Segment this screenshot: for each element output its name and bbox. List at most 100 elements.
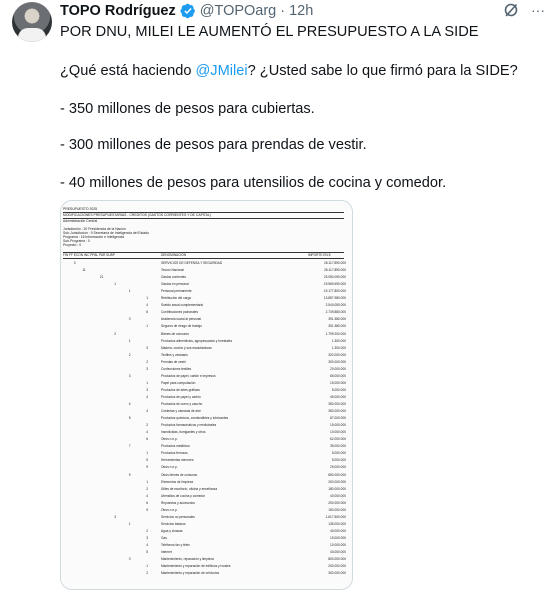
doc-row-amount: 45.000.000 [330, 394, 346, 399]
attached-document-image[interactable]: PRESUPUESTO 2025 MODIFICACIONES PRESUPUE… [60, 200, 353, 590]
doc-row-amount: 1.799.200.000 [325, 331, 346, 336]
doc-row-description: Asistencia social al personal [161, 317, 202, 322]
tweet-actions-top: ··· [503, 2, 545, 18]
doc-table-row: 2 Prendas de vestir 300.000.000 [61, 359, 346, 366]
author-avatar[interactable] [12, 2, 52, 42]
doc-row-amount: 320.000.000 [328, 352, 346, 357]
doc-table-row: 2 Productos farmacéuticos y medicinales 15… [61, 423, 346, 429]
doc-row-description: Productos de papel y cartón [161, 394, 201, 399]
question-part-2: ? ¿Usted sabe lo que firmó para la SIDE? [247, 63, 518, 79]
doc-row-code: 3 [114, 514, 117, 519]
doc-row-description: Otros n.e.p. [161, 507, 178, 512]
doc-row-code: 3 [146, 387, 148, 392]
doc-row-code: 5 [146, 550, 148, 555]
doc-table-row: 1 Seguros de riesgo de trabajo 391.380.000 [61, 324, 346, 330]
doc-table-row: 2 Mantenimiento y reparación de vehículos… [61, 571, 346, 577]
doc-row-description: Productos ferrosos [161, 451, 188, 456]
doc-row-code: 1 [146, 380, 148, 385]
doc-table-row: 1 Productos ferrosos 5.000.000 [61, 451, 346, 457]
doc-row-description: Papel para computación [161, 380, 196, 385]
tweet-header: TOPO Rodríguez @TOPOarg · 12h [60, 2, 313, 20]
doc-row-code: 4 [146, 430, 148, 435]
doc-row-amount: 2.739.880.000 [325, 310, 346, 315]
doc-row-description: Útiles de escritorio, oficina y enseñanz… [161, 486, 218, 491]
doc-row-code: 5 [146, 458, 148, 463]
doc-row-code: 3 [73, 261, 76, 265]
doc-row-amount: 35.000.000 [330, 444, 346, 449]
doc-row-amount: 62.000.000 [330, 437, 346, 442]
doc-row-code: 9 [128, 472, 131, 477]
doc-row-code: 21 [99, 275, 104, 280]
doc-table-row: 2 Útiles de escritorio, oficina y enseñan… [61, 486, 346, 493]
mention-link[interactable]: @JMilei [195, 63, 247, 79]
doc-row-description: Productos metálicos [161, 444, 190, 449]
doc-row-description: Mantenimiento y reparación de vehículos [161, 571, 220, 576]
doc-row-description: Sueldo anual complementario [161, 303, 204, 308]
doc-row-code: 3 [146, 345, 148, 350]
doc-row-amount: 10.000.000 [330, 430, 346, 435]
doc-table-row: 1 Personal permanente 19.177.800.000 [61, 289, 346, 295]
doc-row-amount: 150.000.000 [328, 507, 346, 512]
doc-row-code: 3 [128, 317, 131, 322]
doc-table-row: 9 Otros n.e.p. 25.000.000 [61, 465, 346, 471]
doc-row-amount: 23.050.090.000 [323, 275, 346, 280]
doc-row-description: SERVICIOS DE DEFENSA Y SEGURIDAD [161, 261, 223, 265]
doc-row-amount: 5.000.000 [331, 387, 346, 392]
doc-row-description: Gas [161, 535, 167, 540]
doc-row-description: Gastos en personal [161, 282, 189, 287]
doc-row-code: 2 [146, 571, 148, 576]
doc-admin: Administración Central [63, 219, 98, 223]
author-handle[interactable]: @TOPOarg [200, 3, 277, 19]
doc-row-amount: 87.000.000 [330, 416, 346, 421]
doc-row-description: Repuestos y accesorios [161, 500, 195, 505]
tweet-timestamp[interactable]: 12h [289, 3, 313, 19]
doc-table-row: 3 Productos de artes gráficas 5.000.000 [61, 387, 346, 394]
doc-table-row: 4 Teléfonos fax y télex 10.000.000 [61, 543, 346, 549]
doc-row-description: Productos de papel, cartón e impresos [161, 373, 216, 378]
doc-row-code: 2 [146, 359, 148, 364]
tweet-line-headline: POR DNU, MILEI LE AUMENTÓ EL PRESUPUESTO… [60, 24, 479, 40]
doc-row-amount: 25.000.000 [330, 465, 346, 470]
col-codes: FIN FF ECON INC PPAL PAR SUBP [63, 253, 115, 257]
doc-row-code: 4 [146, 394, 148, 399]
doc-row-code: 1 [114, 282, 117, 287]
doc-row-amount: 10.000.000 [330, 543, 346, 547]
doc-rule [63, 258, 344, 259]
doc-row-code: 9 [146, 507, 148, 512]
doc-table-row: 6 Repuestos y accesorios 200.000.000 [61, 500, 346, 507]
doc-row-amount: 15.000.000 [330, 423, 346, 428]
author-name[interactable]: TOPO Rodríguez [60, 3, 176, 19]
doc-row-description: Otros n.e.p. [161, 465, 178, 470]
doc-row-code: 1 [146, 451, 148, 456]
doc-table-row: 6 Otros n.e.p. 62.000.000 [61, 437, 346, 443]
col-importe: IMPORTE EN $ [308, 253, 331, 257]
doc-row-code: 6 [146, 500, 148, 505]
doc-row-code: 3 [146, 535, 148, 540]
doc-table-row: 1 Elementos de limpieza 200.000.000 [61, 480, 346, 486]
doc-table-row: 4 Cubiertas y cámaras de aire 350.000.000 [61, 409, 346, 415]
doc-row-amount: 350.000.000 [328, 402, 346, 406]
doc-row-code: 11 [82, 268, 86, 273]
grok-icon[interactable] [503, 2, 519, 18]
doc-row-code: 6 [146, 310, 148, 315]
doc-row-code: 1 [128, 338, 131, 343]
doc-table-row: 1 Retribución del cargo 13.857.980.000 [61, 296, 346, 302]
doc-table-row: 6 Contribuciones patronales 2.739.880.000 [61, 310, 346, 316]
verified-badge-icon [180, 3, 195, 19]
doc-row-description: Agua y cloacas [161, 528, 183, 533]
doc-row-amount: 19.177.800.000 [323, 289, 346, 294]
doc-row-amount: 19.569.690.000 [323, 282, 346, 287]
doc-row-amount: 391.380.000 [328, 324, 346, 329]
tweet-line-item-2: - 300 millones de pesos para prendas de … [60, 137, 367, 153]
doc-table-row: 3 Mantenimiento, reparación y limpieza 800… [61, 557, 346, 563]
doc-row-amount: 40.000.000 [330, 528, 346, 533]
doc-row-amount: 300.000.000 [328, 359, 346, 364]
doc-row-description: Confecciones textiles [161, 366, 192, 371]
doc-table-row: 7 Productos metálicos 35.000.000 [61, 444, 346, 450]
doc-row-description: Herramientas menores [161, 458, 194, 463]
more-options-icon[interactable]: ··· [531, 2, 545, 18]
doc-row-amount: 200.000.000 [328, 500, 346, 505]
doc-row-amount: 5.000.000 [331, 451, 346, 456]
doc-row-code: 2 [114, 331, 117, 336]
doc-row-description: Personal permanente [161, 289, 192, 294]
